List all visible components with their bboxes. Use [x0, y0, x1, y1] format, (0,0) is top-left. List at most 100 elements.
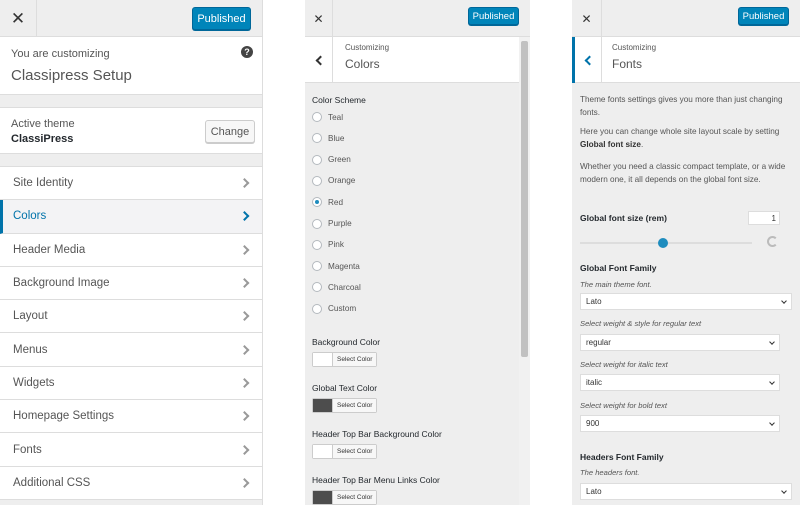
- section-header: Customizing Colors: [305, 37, 530, 83]
- scheme-option-custom[interactable]: Custom: [312, 302, 356, 316]
- menu-item-label: Layout: [13, 310, 48, 323]
- scrollbar[interactable]: [519, 37, 530, 505]
- scheme-option-orange[interactable]: Orange: [312, 174, 355, 188]
- customizer-main-panel: ✕ Published You are customizing Classipr…: [0, 0, 263, 505]
- fonts-description-1: Theme fonts settings gives you more than…: [580, 95, 783, 117]
- radio-button[interactable]: [312, 218, 322, 229]
- regular-weight-select[interactable]: regular: [580, 334, 780, 351]
- global-font-family-hint: The main theme font.: [580, 280, 652, 289]
- scheme-option-label: Blue: [328, 133, 345, 143]
- scheme-option-blue[interactable]: Blue: [312, 131, 344, 145]
- radio-button[interactable]: [312, 175, 322, 186]
- menu-item-header-media[interactable]: Header Media: [0, 233, 262, 267]
- radio-button[interactable]: [312, 239, 322, 250]
- chevron-right-icon: [239, 411, 250, 422]
- publish-button[interactable]: Published: [192, 7, 251, 30]
- color-swatch: [313, 491, 332, 504]
- radio-button[interactable]: [312, 154, 322, 165]
- headers-font-family-select[interactable]: Lato: [580, 483, 792, 500]
- customizing-label: You are customizing: [11, 48, 110, 60]
- scheme-option-green[interactable]: Green: [312, 153, 351, 167]
- bold-weight-hint: Select weight for bold text: [580, 401, 667, 410]
- section-header: Customizing Fonts: [572, 37, 800, 83]
- chevron-right-icon: [239, 178, 250, 189]
- menu-item-colors[interactable]: Colors: [0, 200, 262, 234]
- select-color-button[interactable]: Select Color: [312, 444, 378, 459]
- chevron-right-icon: [239, 244, 250, 255]
- menu-item-widgets[interactable]: Widgets: [0, 366, 262, 401]
- radio-button[interactable]: [312, 112, 322, 122]
- fonts-panel: ✕ Published Customizing Fonts Theme font…: [572, 0, 800, 505]
- chevron-down-icon: [781, 488, 787, 494]
- radio-button[interactable]: [312, 197, 322, 208]
- reset-icon[interactable]: [767, 236, 778, 247]
- scheme-option-pink[interactable]: Pink: [312, 238, 344, 252]
- radio-button[interactable]: [312, 261, 322, 272]
- chevron-left-icon: [315, 55, 325, 65]
- menu-item-label: Site Identity: [13, 177, 74, 190]
- color-scheme-label: Color Scheme: [312, 95, 366, 105]
- menu-item-label: Colors: [13, 210, 47, 223]
- chevron-down-icon: [781, 298, 787, 304]
- close-icon[interactable]: ✕: [572, 0, 602, 37]
- change-theme-button[interactable]: Change: [205, 120, 255, 143]
- select-color-button[interactable]: Select Color: [312, 352, 378, 367]
- global-font-size-label: Global font size (rem): [580, 213, 667, 223]
- chevron-right-icon: [239, 278, 250, 288]
- radio-button[interactable]: [312, 133, 322, 144]
- scheme-option-magenta[interactable]: Magenta: [312, 259, 360, 273]
- scheme-option-label: Charcoal: [328, 282, 361, 292]
- close-icon[interactable]: ✕: [305, 0, 333, 37]
- select-color-button[interactable]: Select Color: [312, 398, 378, 413]
- radio-button[interactable]: [312, 303, 322, 314]
- select-value: Lato: [586, 297, 602, 306]
- scheme-option-red[interactable]: Red: [312, 195, 343, 209]
- back-button[interactable]: [572, 37, 602, 83]
- menu-item-additional-css[interactable]: Additional CSS: [0, 466, 262, 500]
- global-font-family-select[interactable]: Lato: [580, 293, 792, 310]
- scrollbar-thumb[interactable]: [521, 41, 528, 357]
- chevron-right-icon: [239, 444, 250, 455]
- menu-item-background-image[interactable]: Background Image: [0, 266, 262, 301]
- publish-button[interactable]: Published: [738, 7, 789, 25]
- radio-button[interactable]: [312, 282, 322, 293]
- menu-item-site-identity[interactable]: Site Identity: [0, 167, 262, 201]
- help-icon[interactable]: ?: [241, 46, 253, 58]
- font-size-slider-thumb[interactable]: [657, 238, 668, 248]
- global-font-size-input[interactable]: 1: [748, 211, 780, 225]
- scheme-option-charcoal[interactable]: Charcoal: [312, 280, 361, 294]
- select-color-label: Select Color: [332, 491, 377, 504]
- scheme-option-label: Teal: [328, 112, 344, 122]
- section-title: Fonts: [612, 57, 643, 71]
- chevron-right-icon: [239, 311, 250, 322]
- scheme-option-purple[interactable]: Purple: [312, 217, 352, 231]
- color-control-label: Background Color: [312, 337, 381, 347]
- scheme-option-teal[interactable]: Teal: [312, 110, 343, 124]
- header-bar: ✕ Published: [0, 0, 262, 37]
- color-control-label: Header Top Bar Menu Links Color: [312, 475, 440, 485]
- close-icon[interactable]: ✕: [0, 0, 37, 37]
- description-bold-text: Global font size: [580, 139, 641, 149]
- menu-item-fonts[interactable]: Fonts: [0, 433, 262, 467]
- menu-item-menus[interactable]: Menus: [0, 333, 262, 367]
- scheme-option-label: Purple: [328, 219, 352, 228]
- theme-name: ClassiPress: [11, 133, 74, 145]
- header-bar: ✕ Published: [305, 0, 530, 37]
- menu-item-homepage-settings[interactable]: Homepage Settings: [0, 400, 262, 434]
- back-button[interactable]: [305, 37, 333, 83]
- global-font-family-label: Global Font Family: [580, 263, 657, 273]
- menu-item-label: Widgets: [13, 376, 55, 389]
- fonts-description-2: Here you can change whole site layout sc…: [580, 126, 792, 151]
- breadcrumb: Customizing: [612, 43, 657, 52]
- publish-button[interactable]: Published: [468, 7, 519, 25]
- italic-weight-select[interactable]: italic: [580, 374, 780, 391]
- bold-weight-select[interactable]: 900: [580, 415, 780, 432]
- menu-item-label: Menus: [13, 343, 48, 356]
- chevron-left-icon: [584, 55, 595, 65]
- color-swatch: [313, 445, 332, 458]
- select-color-button[interactable]: Select Color: [312, 490, 378, 505]
- select-value: italic: [586, 378, 603, 387]
- active-theme-label: Active theme: [11, 118, 75, 130]
- chevron-down-icon: [769, 379, 775, 385]
- menu-item-layout[interactable]: Layout: [0, 300, 262, 334]
